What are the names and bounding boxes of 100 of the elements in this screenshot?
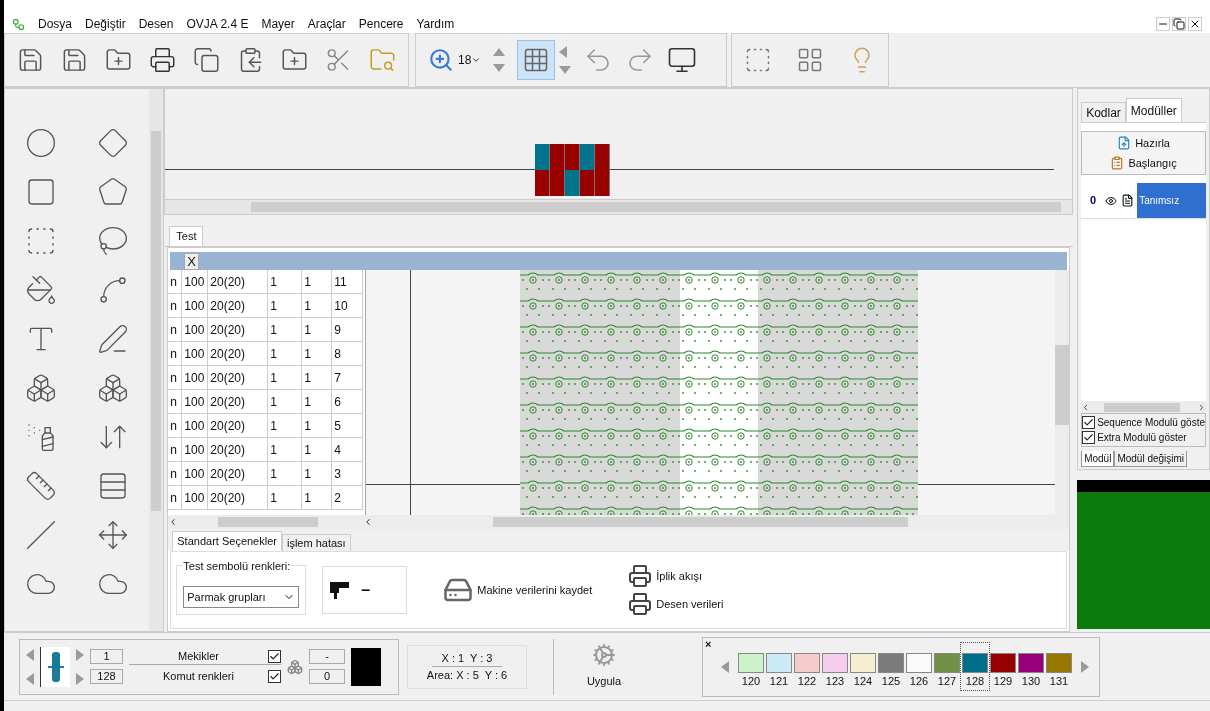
circle-icon[interactable] xyxy=(25,127,58,159)
swatch-label: 124 xyxy=(853,674,873,690)
table-cell: 1 xyxy=(302,270,333,293)
close-icon[interactable] xyxy=(1188,17,1202,31)
tab[interactable]: Modül xyxy=(1081,451,1115,467)
table-cell: 20(20) xyxy=(208,438,269,461)
color-swatch[interactable]: 125 xyxy=(877,643,905,690)
table-cell: 100 xyxy=(182,414,209,437)
table-cell: 100 xyxy=(182,366,209,389)
prepare-button[interactable]: Hazırla xyxy=(1117,135,1170,152)
tab[interactable]: Standart Seçenekler xyxy=(172,531,282,551)
table-cell: 1 xyxy=(302,294,333,317)
color-swatch[interactable]: 131 xyxy=(1045,643,1073,690)
swatch-label: 129 xyxy=(993,674,1013,690)
document-icon[interactable] xyxy=(1121,194,1135,207)
color-swatch[interactable]: 129 xyxy=(989,643,1017,690)
restore-icon[interactable] xyxy=(1172,17,1186,31)
menu-item[interactable]: Pencere xyxy=(358,15,404,33)
line-tool-icon[interactable] xyxy=(25,519,58,551)
table-cell: 1 xyxy=(268,462,303,485)
color-swatch[interactable]: 120 xyxy=(737,643,765,690)
scrollbar[interactable] xyxy=(1055,270,1070,515)
table-cell: n xyxy=(168,342,183,365)
close-button[interactable]: × xyxy=(705,637,712,650)
value-field[interactable]: 1 xyxy=(90,649,123,664)
menu-item[interactable]: Değiştir xyxy=(85,15,126,33)
chevron-right-icon[interactable] xyxy=(1197,402,1206,412)
checkbox[interactable] xyxy=(268,649,281,663)
menu-item[interactable]: Araçlar xyxy=(307,15,346,33)
table-cell: n xyxy=(168,366,183,389)
pentagon-icon[interactable] xyxy=(97,176,130,208)
table-cell: 11 xyxy=(332,270,364,293)
zoom-icon[interactable] xyxy=(428,47,454,73)
minimize-icon[interactable] xyxy=(1156,17,1170,31)
scrollbar[interactable] xyxy=(1081,401,1206,413)
tab[interactable]: Kodlar xyxy=(1081,102,1126,122)
table-cell: 1 xyxy=(302,342,333,365)
move-icon[interactable] xyxy=(97,519,130,551)
color-swatch[interactable]: 122 xyxy=(793,643,821,690)
checkbox-label: Sequence Modulü göste xyxy=(1097,416,1205,430)
printer-icon xyxy=(628,564,653,588)
menu-item[interactable]: Mayer xyxy=(261,15,295,33)
table-cell: 1 xyxy=(268,366,303,389)
apply-button[interactable]: Uygula xyxy=(574,643,634,690)
color-swatch[interactable]: 130 xyxy=(1017,643,1045,690)
tab[interactable]: işlem hatası xyxy=(281,534,351,551)
symbol-text: – xyxy=(361,580,371,600)
checkbox[interactable] xyxy=(268,670,281,683)
swatch-label: 131 xyxy=(1049,674,1069,690)
table-cell: 1 xyxy=(268,294,303,317)
cubes-icon[interactable] xyxy=(25,372,58,404)
table-cell: 20(20) xyxy=(208,342,269,365)
app-logo-icon xyxy=(12,17,25,31)
tab[interactable]: Modüller xyxy=(1125,98,1182,122)
diamond-icon[interactable] xyxy=(97,127,130,159)
printer-icon[interactable] xyxy=(149,45,176,75)
menu-item[interactable]: OVJA 2.4 E xyxy=(186,15,249,33)
table-cell: 20(20) xyxy=(208,462,269,485)
eye-icon[interactable] xyxy=(1105,194,1118,207)
color-swatch[interactable]: 123 xyxy=(821,643,849,690)
table-cell: n xyxy=(168,438,183,461)
table-cell: 4 xyxy=(332,438,364,461)
menu-item[interactable]: Dosya xyxy=(38,15,72,33)
value-field[interactable]: 128 xyxy=(90,669,123,684)
color-swatch[interactable]: 126 xyxy=(905,643,933,690)
module-item[interactable]: Tanımsız xyxy=(1137,183,1206,218)
start-button[interactable]: Başlangıç xyxy=(1110,154,1177,171)
checkbox[interactable] xyxy=(1082,431,1096,444)
module-number: 0 xyxy=(1089,193,1098,209)
checkbox[interactable] xyxy=(1082,416,1096,429)
monitor-icon[interactable] xyxy=(667,45,698,75)
print-button[interactable]: İplik akışı xyxy=(628,564,724,588)
paint-bucket-icon[interactable] xyxy=(25,274,58,306)
table-cell: n xyxy=(168,414,183,437)
menu-item[interactable]: Yardım xyxy=(416,15,455,33)
pen-icon[interactable] xyxy=(97,323,130,355)
zoom-dropdown[interactable]: 18 xyxy=(458,51,482,69)
value-field[interactable]: 0 xyxy=(309,669,345,684)
close-button[interactable]: X xyxy=(184,252,199,270)
print-button[interactable]: Desen verileri xyxy=(628,592,724,616)
grid-toggle-button[interactable] xyxy=(517,40,556,80)
value-field[interactable]: - xyxy=(309,649,345,664)
test-tab[interactable]: Test xyxy=(169,226,204,246)
cubes-icon[interactable] xyxy=(97,372,130,404)
color-swatch[interactable]: 124 xyxy=(849,643,877,690)
tab[interactable]: Modül değişimi xyxy=(1114,451,1188,467)
swatch-label: 125 xyxy=(881,674,901,690)
copy-icon[interactable] xyxy=(193,45,220,75)
scrollbar[interactable] xyxy=(165,200,1073,214)
menu-item[interactable]: Desen xyxy=(138,15,174,33)
color-swatch[interactable]: 121 xyxy=(765,643,793,690)
table-cell: 1 xyxy=(302,462,333,485)
table-cell: n xyxy=(168,462,183,485)
swatch-label: 130 xyxy=(1021,674,1041,690)
scrollbar[interactable] xyxy=(149,89,164,631)
color-swatch[interactable]: 127 xyxy=(933,643,961,690)
ruler-icon[interactable] xyxy=(25,470,58,502)
save-machine-data-button[interactable]: Makine verilerini kaydet xyxy=(443,575,593,605)
dropdown[interactable]: Parmak grupları xyxy=(183,586,300,608)
lasso-icon[interactable] xyxy=(97,225,130,257)
